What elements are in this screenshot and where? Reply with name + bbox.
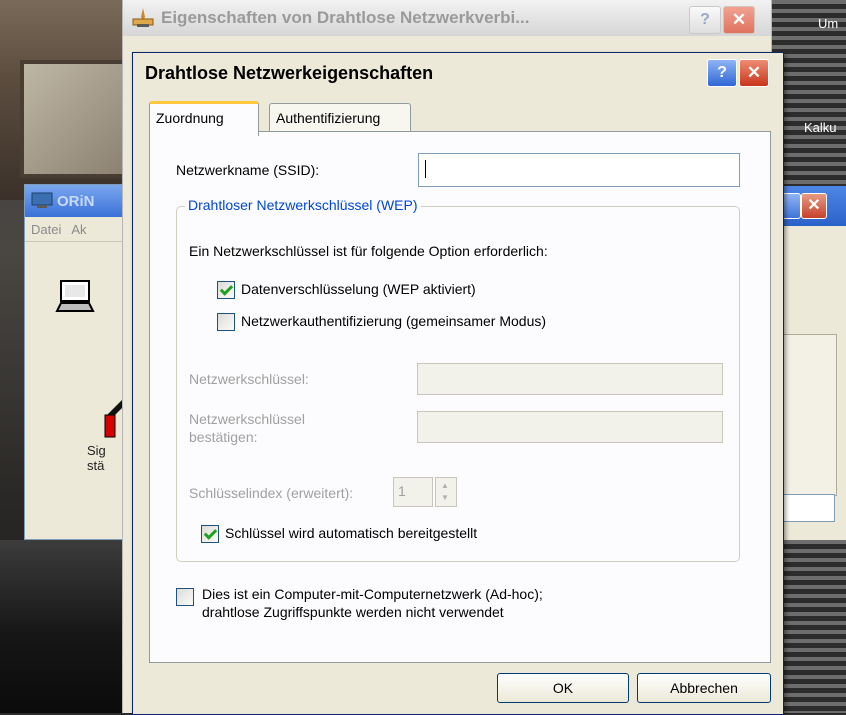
outer-titlebar[interactable]: Eigenschaften von Drahtlose Netzwerkverb… bbox=[123, 0, 771, 36]
network-connection-icon bbox=[132, 8, 154, 27]
menu-datei[interactable]: Datei bbox=[31, 222, 61, 237]
outer-title: Eigenschaften von Drahtlose Netzwerkverb… bbox=[161, 8, 530, 27]
network-auth-checkbox[interactable] bbox=[217, 313, 235, 331]
auto-key-label[interactable]: Schlüssel wird automatisch bereitgestell… bbox=[225, 525, 477, 541]
spinner-down-icon[interactable]: ▼ bbox=[441, 493, 449, 502]
confirm-key-input[interactable] bbox=[417, 411, 723, 443]
right-window-field[interactable] bbox=[775, 494, 835, 522]
right-window-panel bbox=[775, 334, 837, 496]
tab-authentifizierung[interactable]: Authentifizierung bbox=[269, 103, 411, 132]
desktop-icon-label-top[interactable]: Um bbox=[818, 16, 838, 31]
help-button[interactable]: ? bbox=[707, 59, 737, 87]
key-index-value: 1 bbox=[398, 483, 406, 499]
adhoc-label-line2[interactable]: drahtlose Zugriffspunkte werden nicht ve… bbox=[202, 604, 504, 620]
close-button[interactable]: ✕ bbox=[801, 193, 827, 219]
ssid-label: Netzwerkname (SSID): bbox=[176, 162, 320, 178]
wireless-properties-dialog: Drahtlose Netzwerkeigenschaften ? ✕ Zuor… bbox=[132, 52, 784, 715]
encryption-label[interactable]: Datenverschlüsselung (WEP aktiviert) bbox=[241, 281, 476, 297]
outer-close-button[interactable]: ✕ bbox=[723, 6, 755, 34]
desktop-icon-label-mid[interactable]: Kalku bbox=[804, 120, 837, 135]
laptop-icon[interactable] bbox=[55, 279, 95, 315]
background-window bbox=[20, 60, 138, 178]
signal-strength-label: Sig stä bbox=[87, 443, 106, 473]
close-button[interactable]: ✕ bbox=[739, 59, 769, 87]
wep-intro-text: Ein Netzwerkschlüssel ist für folgende O… bbox=[189, 243, 548, 259]
tab-zuordnung[interactable]: Zuordnung bbox=[149, 101, 259, 136]
adhoc-label-line1[interactable]: Dies ist ein Computer-mit-Computernetzwe… bbox=[202, 586, 543, 602]
orinoco-app-icon bbox=[31, 192, 53, 208]
menu-ak[interactable]: Ak bbox=[71, 222, 86, 237]
confirm-key-label-2: bestätigen: bbox=[189, 429, 258, 445]
spinner-up-icon[interactable]: ▲ bbox=[441, 481, 449, 490]
cancel-button[interactable]: Abbrechen bbox=[637, 673, 771, 703]
text-caret bbox=[425, 160, 426, 178]
network-key-label: Netzwerkschlüssel: bbox=[189, 371, 309, 387]
ssid-input[interactable] bbox=[418, 153, 740, 187]
dialog-title: Drahtlose Netzwerkeigenschaften bbox=[145, 62, 434, 83]
auto-key-checkbox[interactable] bbox=[201, 525, 219, 543]
tab-panel-zuordnung: Netzwerkname (SSID): Drahtloser Netzwerk… bbox=[149, 131, 771, 663]
wep-group-title: Drahtloser Netzwerkschlüssel (WEP) bbox=[185, 197, 421, 213]
key-index-spinner[interactable]: ▲ ▼ bbox=[435, 477, 457, 507]
network-auth-label[interactable]: Netzwerkauthentifizierung (gemeinsamer M… bbox=[241, 313, 546, 329]
encryption-checkbox[interactable] bbox=[217, 281, 235, 299]
key-index-input[interactable]: 1 bbox=[393, 477, 433, 507]
adhoc-checkbox[interactable] bbox=[176, 588, 194, 606]
wep-groupbox: Drahtloser Netzwerkschlüssel (WEP) Ein N… bbox=[176, 197, 740, 562]
outer-help-button[interactable]: ? bbox=[689, 6, 721, 34]
ok-button[interactable]: OK bbox=[497, 673, 629, 703]
orinoco-title: ORiN bbox=[57, 192, 95, 210]
dialog-titlebar[interactable]: Drahtlose Netzwerkeigenschaften ? ✕ bbox=[133, 53, 783, 93]
key-index-label: Schlüsselindex (erweitert): bbox=[189, 485, 354, 501]
confirm-key-label-1: Netzwerkschlüssel bbox=[189, 411, 305, 427]
network-key-input[interactable] bbox=[417, 363, 723, 395]
